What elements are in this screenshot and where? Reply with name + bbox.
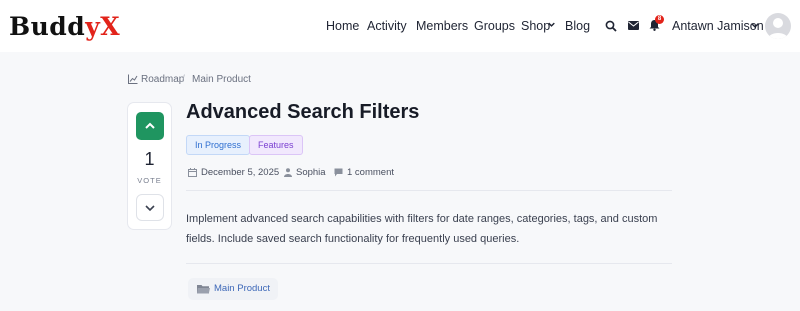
- category-chip[interactable]: Main Product: [188, 278, 278, 300]
- nav-members[interactable]: Members: [416, 19, 468, 33]
- nav-groups[interactable]: Groups: [474, 19, 515, 33]
- vote-label: VOTE: [137, 176, 162, 185]
- chevron-down-icon[interactable]: [751, 22, 759, 29]
- breadcrumb-roadmap[interactable]: Roadmap: [141, 74, 184, 85]
- mail-icon[interactable]: [628, 21, 639, 30]
- status-badge[interactable]: In Progress: [186, 135, 251, 155]
- user-icon: [284, 168, 292, 177]
- post-date: December 5, 2025: [201, 167, 280, 178]
- user-avatar-icon: [768, 18, 788, 39]
- site-logo[interactable]: BuddyX: [9, 12, 120, 41]
- chevron-up-icon: [145, 122, 155, 129]
- avatar[interactable]: [765, 13, 791, 39]
- breadcrumb-current[interactable]: Main Product: [192, 74, 251, 85]
- vote-count: 1: [144, 149, 155, 169]
- divider: [186, 190, 672, 191]
- nav-activity[interactable]: Activity: [367, 19, 407, 33]
- user-menu-name[interactable]: Antawn Jamison: [672, 19, 764, 33]
- comment-icon: [334, 168, 343, 177]
- category-badge[interactable]: Features: [249, 135, 303, 155]
- notification-badge: 8: [655, 15, 664, 24]
- post-title: Advanced Search Filters: [186, 101, 420, 123]
- logo-text-main: Budd: [9, 12, 86, 41]
- logo-text-accent: yX: [85, 12, 121, 41]
- chevron-down-icon: [145, 205, 155, 212]
- upvote-button[interactable]: [136, 112, 164, 140]
- chevron-down-icon[interactable]: [548, 21, 555, 28]
- search-icon[interactable]: [605, 20, 617, 32]
- nav-shop[interactable]: Shop: [521, 19, 550, 33]
- chart-icon: [128, 74, 138, 84]
- divider: [186, 263, 672, 264]
- vote-card: 1 VOTE: [127, 102, 172, 230]
- category-chip-label: Main Product: [214, 283, 270, 294]
- post-author[interactable]: Sophia: [296, 167, 326, 178]
- folder-icon: [197, 285, 210, 294]
- nav-blog[interactable]: Blog: [565, 19, 590, 33]
- downvote-button[interactable]: [136, 194, 164, 221]
- post-description: Implement advanced search capabilities w…: [186, 213, 658, 245]
- site-header: BuddyX Home Activity Members Groups Shop…: [0, 0, 800, 52]
- calendar-icon: [188, 168, 197, 177]
- breadcrumb-separator: /: [182, 74, 185, 85]
- post-comments[interactable]: 1 comment: [347, 167, 394, 178]
- nav-home[interactable]: Home: [326, 19, 359, 33]
